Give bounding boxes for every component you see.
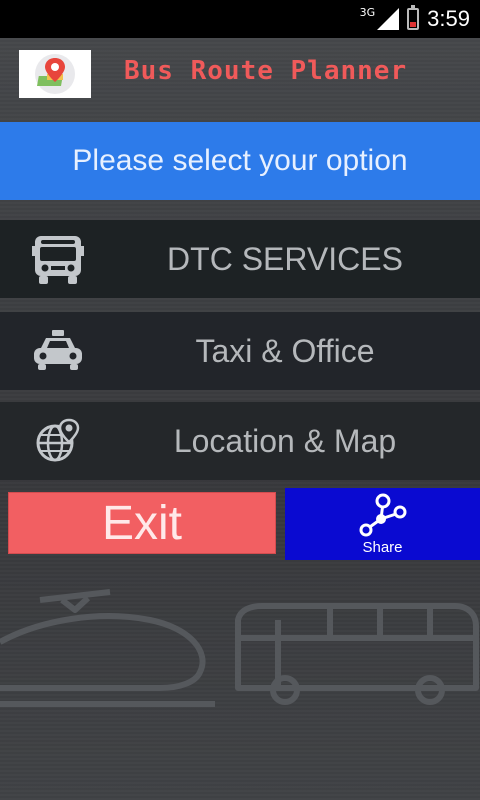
select-option-banner: Please select your option [0,122,480,200]
bus-icon [28,234,88,284]
taxi-icon [28,326,88,376]
share-button[interactable]: Share [285,488,480,560]
status-bar: 3G 3:59 [0,0,480,38]
map-pin-icon [35,54,75,94]
app-logo [19,50,91,98]
share-icon [359,493,406,536]
menu-item-label: DTC SERVICES [167,240,403,277]
train-icon [0,589,215,707]
status-time: 3:59 [427,6,470,31]
signal-icon [377,8,400,30]
menu-item-taxi-office[interactable]: Taxi & Office [0,312,480,390]
menu-item-label: Taxi & Office [195,332,375,369]
train-and-bus-decoration [0,589,479,707]
exit-button[interactable]: Exit [8,492,276,554]
bus-outline-icon [235,603,479,705]
menu-item-dtc-services[interactable]: DTC SERVICES [0,220,480,298]
menu-item-location-map[interactable]: Location & Map [0,402,480,480]
globe-pin-icon [28,416,88,466]
app-title: Bus Route Planner [124,56,408,86]
network-type: 3G [359,5,376,19]
battery-icon [407,5,420,30]
share-label: Share [362,538,403,556]
menu-item-label: Location & Map [173,422,397,459]
